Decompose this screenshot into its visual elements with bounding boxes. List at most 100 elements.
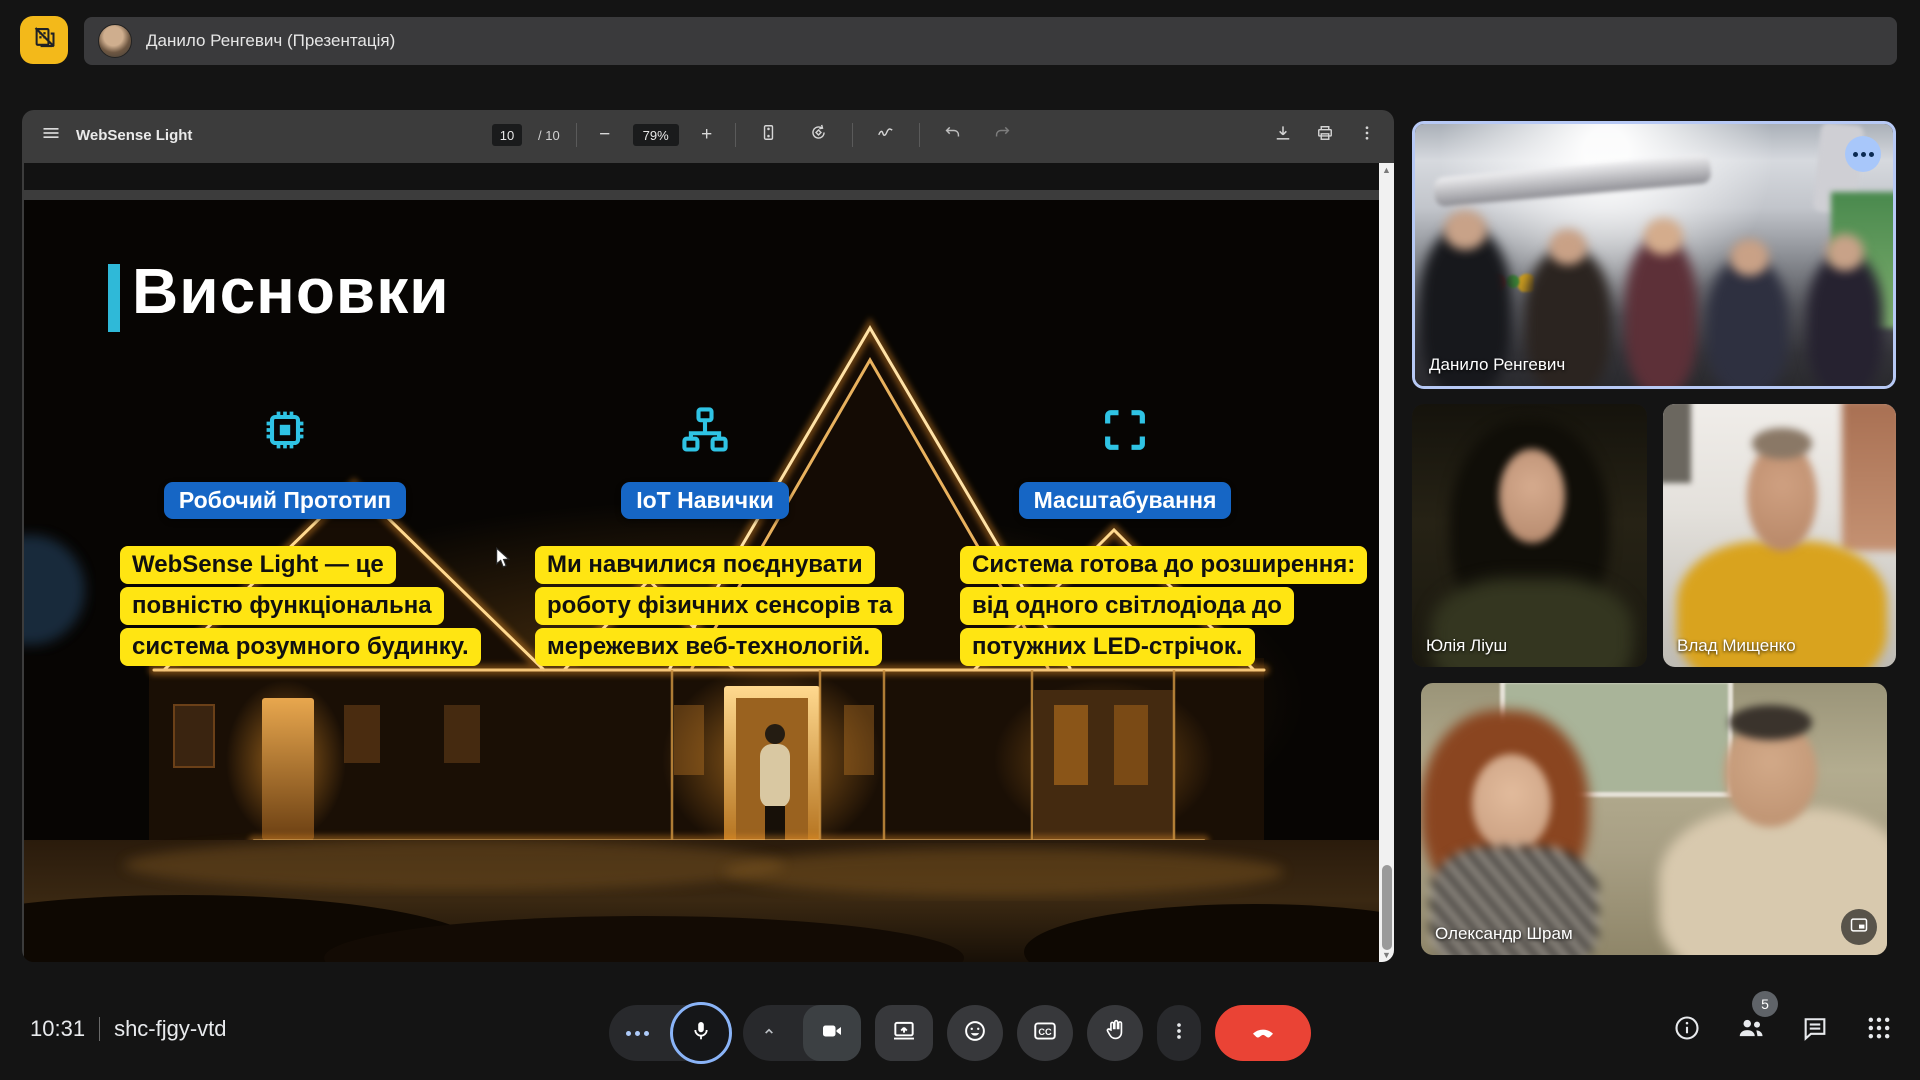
column-label: Робочий Прототип [164, 482, 406, 519]
toolbar-divider [576, 123, 577, 147]
mic-button[interactable] [670, 1002, 732, 1064]
zoom-in-button[interactable]: + [695, 124, 719, 146]
person-face [1826, 234, 1864, 271]
slide-column-prototype: Робочий Прототип WebSense Light — це пов… [120, 404, 450, 669]
participant-tile-danylo[interactable]: Данило Ренгевич [1412, 121, 1896, 389]
person-face [1444, 210, 1487, 249]
camera-button[interactable] [803, 1005, 861, 1061]
meeting-panels: 5 [1672, 1002, 1894, 1058]
camera-icon [820, 1019, 844, 1048]
toolbar-divider [735, 123, 736, 147]
pdf-toolbar: WebSense Light 10 / 10 − 79% + [22, 110, 1394, 160]
dot [1869, 152, 1874, 157]
chat-panel-button[interactable] [1800, 1015, 1830, 1045]
highlight-line: мережевих веб-технологій. [535, 628, 882, 666]
participant-tile-oleksandr[interactable]: Олександр Шрам [1421, 683, 1887, 955]
hamburger-icon [41, 123, 61, 148]
toolbar-more-button[interactable] [1350, 118, 1384, 152]
person-face [1499, 449, 1565, 544]
menu-button[interactable] [34, 118, 68, 152]
scrollbar-thumb[interactable] [1382, 865, 1392, 950]
meeting-code: shc-fjgy-vtd [114, 1016, 226, 1042]
presenter-name-label: Данило Ренгевич (Презентація) [146, 31, 395, 51]
leave-call-button[interactable] [1215, 1005, 1311, 1061]
scroll-up-arrow[interactable]: ▲ [1379, 163, 1394, 177]
more-options-button[interactable] [1157, 1005, 1201, 1061]
page-number-input[interactable]: 10 [492, 124, 522, 146]
highlight-line: роботу фізичних сенсорів та [535, 587, 904, 625]
page-total-label: / 10 [538, 128, 560, 143]
svg-text:CC: CC [1038, 1026, 1052, 1036]
person-face [1730, 239, 1768, 276]
slide-page: Висновки Робочий Прототип WebSense Light… [24, 200, 1381, 962]
raise-hand-button[interactable] [1087, 1005, 1143, 1061]
captions-button[interactable]: CC [1017, 1005, 1073, 1061]
picture-in-picture-button[interactable] [1841, 909, 1877, 945]
participant-tile-yuliia[interactable]: Юлія Ліуш [1412, 404, 1647, 667]
camera-options-button[interactable] [759, 1021, 779, 1046]
wall-frame [1663, 404, 1691, 483]
download-button[interactable] [1266, 118, 1300, 152]
download-icon [1273, 123, 1293, 148]
rotate-icon [809, 123, 828, 147]
smiley-icon [962, 1018, 988, 1049]
highlight-line: потужних LED-стрічок. [960, 628, 1255, 666]
fit-page-button[interactable] [752, 118, 786, 152]
print-icon [1315, 123, 1335, 148]
present-screen-icon [891, 1018, 917, 1049]
slide-column-iot: IoT Навички Ми навчилися поєднувати робо… [535, 404, 875, 669]
annotate-button[interactable] [869, 118, 903, 152]
toolbar-divider [919, 123, 920, 147]
zoom-out-button[interactable]: − [593, 124, 617, 146]
highlight-line: Система готова до розширення: [960, 546, 1367, 584]
highlight-line: повністю функціональна [120, 587, 444, 625]
highlight-line: система розумного будинку. [120, 628, 481, 666]
redo-button[interactable] [986, 118, 1020, 152]
expand-icon [1099, 404, 1151, 456]
present-button[interactable] [875, 1005, 933, 1061]
fit-page-icon [759, 123, 778, 147]
document-title: WebSense Light [76, 127, 192, 144]
tile-options-button[interactable] [1845, 136, 1881, 172]
participant-name: Юлія Ліуш [1426, 636, 1507, 656]
hand-icon [1103, 1018, 1128, 1048]
participants-panel-button[interactable]: 5 [1736, 1015, 1766, 1045]
network-icon [679, 404, 731, 456]
cc-icon: CC [1032, 1018, 1058, 1049]
reactions-button[interactable] [947, 1005, 1003, 1061]
zoom-level-input[interactable]: 79% [633, 124, 679, 146]
presentation-status-button[interactable] [20, 16, 68, 64]
info-icon [1673, 1014, 1701, 1047]
meeting-info: 10:31 shc-fjgy-vtd [30, 1016, 227, 1042]
print-button[interactable] [1308, 118, 1342, 152]
participant-name: Влад Мищенко [1677, 636, 1796, 656]
scroll-down-arrow[interactable]: ▼ [1379, 948, 1394, 962]
redo-icon [993, 123, 1012, 147]
divider [99, 1017, 100, 1041]
title-accent-bar [108, 264, 120, 332]
activities-button[interactable] [1864, 1015, 1894, 1045]
slide-title: Висновки [132, 254, 450, 328]
people-icon [1736, 1013, 1766, 1048]
undo-button[interactable] [936, 118, 970, 152]
camera-control-group [743, 1005, 861, 1061]
presenter-avatar [98, 24, 132, 58]
toolbar-divider [852, 123, 853, 147]
mic-options-button[interactable] [626, 1031, 649, 1036]
participant-count-badge: 5 [1752, 991, 1778, 1017]
highlight-line: WebSense Light — це [120, 546, 396, 584]
chat-icon [1801, 1014, 1829, 1047]
mic-control-group [609, 1005, 729, 1061]
participant-tile-vlad[interactable]: Влад Мищенко [1663, 404, 1896, 667]
meeting-details-button[interactable] [1672, 1015, 1702, 1045]
highlight-line: Ми навчилися поєднувати [535, 546, 875, 584]
person-silhouette [1707, 260, 1788, 389]
person-hair [1752, 428, 1813, 460]
dot [1853, 152, 1858, 157]
person-face [1644, 218, 1682, 255]
participant-name: Олександр Шрам [1435, 924, 1573, 944]
rotate-page-button[interactable] [802, 118, 836, 152]
person-silhouette [1807, 255, 1883, 389]
pdf-scrollbar[interactable]: ▲ ▼ [1379, 163, 1394, 962]
hangup-phone-icon [1248, 1016, 1278, 1051]
